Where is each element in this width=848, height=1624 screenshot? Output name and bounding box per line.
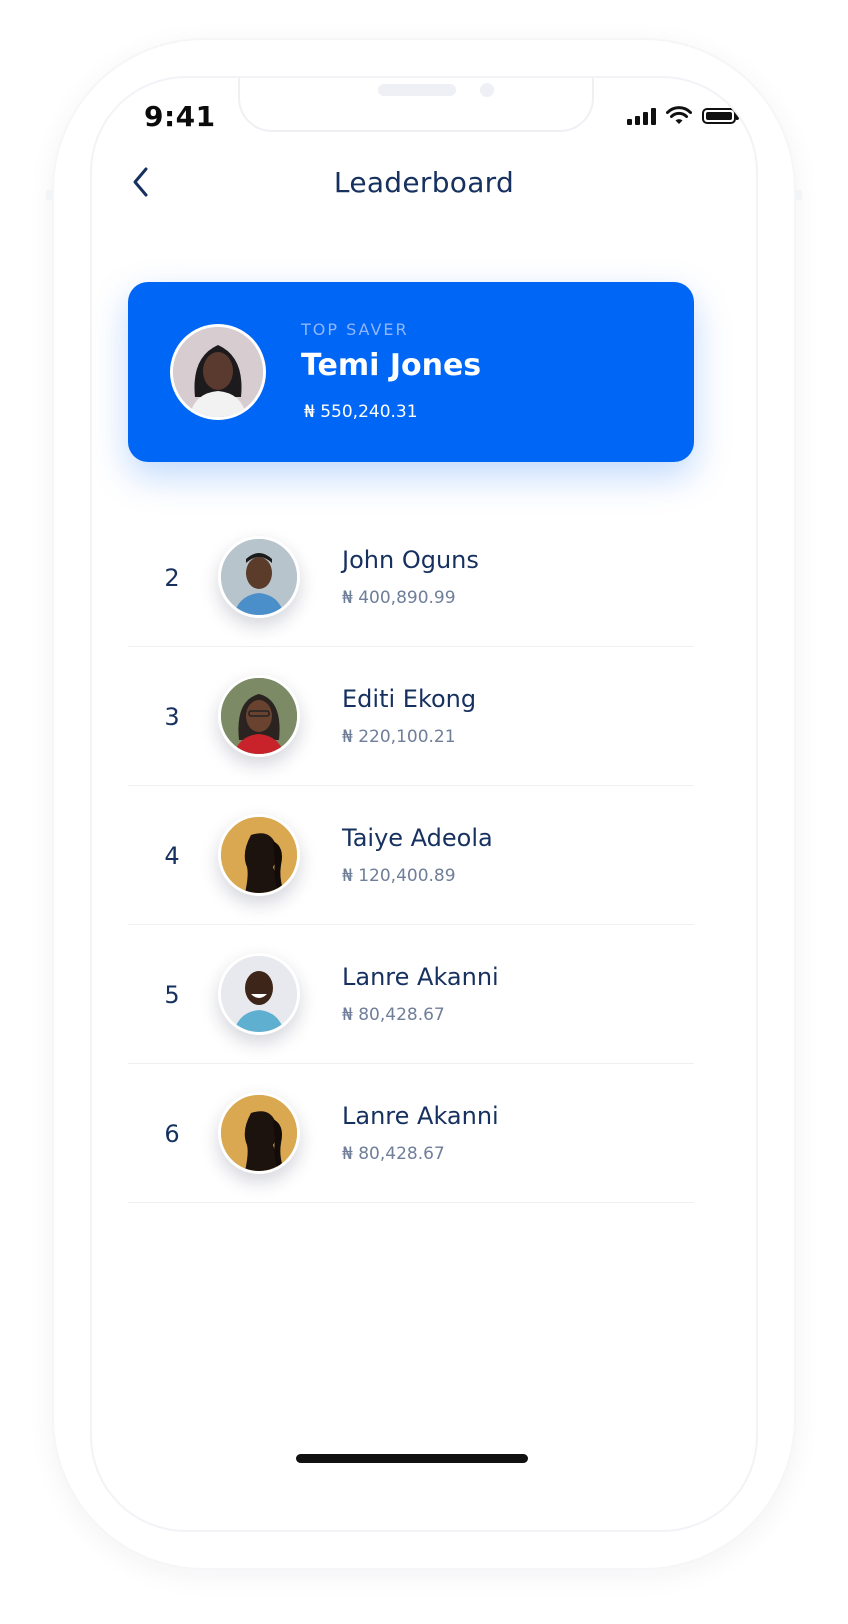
avatar xyxy=(218,953,300,1035)
leaderboard-row[interactable]: 5 Lanre Akanni ₦ 80,428.67 xyxy=(128,925,694,1064)
leaderboard-list: 2 John Oguns ₦ 400,890.99 3 Editi Ekong … xyxy=(128,508,694,1203)
speaker xyxy=(378,84,456,96)
home-indicator[interactable] xyxy=(296,1454,528,1463)
phone-side-mark xyxy=(46,190,52,200)
rank-number: 4 xyxy=(164,842,180,870)
user-name: Lanre Akanni xyxy=(342,1102,499,1130)
notch xyxy=(238,78,594,132)
leaderboard-row[interactable]: 2 John Oguns ₦ 400,890.99 xyxy=(128,508,694,647)
leaderboard-row[interactable]: 3 Editi Ekong ₦ 220,100.21 xyxy=(128,647,694,786)
person-photo-icon xyxy=(221,956,297,1032)
user-amount: ₦ 400,890.99 xyxy=(342,588,456,608)
user-amount: ₦ 220,100.21 xyxy=(342,727,456,747)
person-photo-icon xyxy=(173,327,263,417)
rank-number: 2 xyxy=(164,564,180,592)
rank-number: 6 xyxy=(164,1120,180,1148)
rank-number: 5 xyxy=(164,981,180,1009)
top-saver-card[interactable]: TOP SAVER Temi Jones ₦ 550,240.31 xyxy=(128,282,694,462)
phone-side-mark xyxy=(796,190,802,200)
user-name: Lanre Akanni xyxy=(342,963,499,991)
person-photo-icon xyxy=(221,1095,297,1171)
person-photo-icon xyxy=(221,817,297,893)
avatar xyxy=(170,324,266,420)
battery-icon xyxy=(702,108,739,124)
person-photo-icon xyxy=(221,678,297,754)
avatar xyxy=(218,675,300,757)
avatar xyxy=(218,536,300,618)
top-saver-amount: ₦ 550,240.31 xyxy=(304,402,418,422)
page-title: Leaderboard xyxy=(333,166,515,199)
status-icons xyxy=(627,106,739,126)
wifi-icon xyxy=(666,106,692,124)
leaderboard-row[interactable]: 6 Lanre Akanni ₦ 80,428.67 xyxy=(128,1064,694,1203)
front-camera xyxy=(480,83,494,97)
user-name: Taiye Adeola xyxy=(342,824,493,852)
rank-number: 3 xyxy=(164,703,180,731)
cellular-signal-icon xyxy=(627,107,656,125)
leaderboard-row[interactable]: 4 Taiye Adeola ₦ 120,400.89 xyxy=(128,786,694,925)
person-photo-icon xyxy=(221,539,297,615)
user-name: Editi Ekong xyxy=(342,685,477,713)
user-name: John Oguns xyxy=(342,546,479,574)
top-saver-label: TOP SAVER xyxy=(301,320,409,339)
user-amount: ₦ 120,400.89 xyxy=(342,866,456,886)
top-saver-name: Temi Jones xyxy=(301,348,482,383)
user-amount: ₦ 80,428.67 xyxy=(342,1144,445,1164)
avatar xyxy=(218,1092,300,1174)
phone-screen: 9:41 Leaderboard TOP SAVER Temi Jones ₦ … xyxy=(90,76,758,1532)
user-amount: ₦ 80,428.67 xyxy=(342,1005,445,1025)
status-time: 9:41 xyxy=(144,100,216,133)
avatar xyxy=(218,814,300,896)
